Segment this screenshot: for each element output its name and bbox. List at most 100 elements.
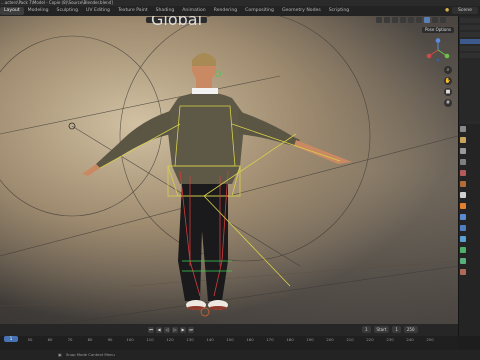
tab-scripting[interactable]: Scripting [325, 7, 353, 15]
ruler-tick-label: 160 [246, 337, 254, 342]
start-frame-field[interactable]: 1 [392, 326, 401, 333]
proportional-icon[interactable] [392, 17, 398, 23]
camera-icon[interactable]: ■ [444, 88, 452, 96]
ruler-tick-label: 130 [186, 337, 194, 342]
ruler-tick-label: 100 [126, 337, 134, 342]
constraints-icon[interactable] [460, 247, 466, 253]
pose-options-button[interactable]: Pose Options [422, 27, 454, 33]
outliner-row[interactable] [460, 46, 480, 51]
tab-shading[interactable]: Shading [152, 7, 179, 15]
scene-icon: ● [444, 8, 449, 13]
tab-compositing[interactable]: Compositing [241, 7, 278, 15]
rendered-shading-icon[interactable] [440, 17, 446, 23]
tab-uv-editing[interactable]: UV Editing [82, 7, 114, 15]
mouse-icon: ▣ [58, 352, 62, 357]
status-bar: ▣ Snap Mode Context Menu [0, 350, 480, 360]
snap-icon[interactable] [384, 17, 390, 23]
ruler-tick-label: 140 [206, 337, 214, 342]
navigation-gizmo[interactable] [426, 38, 450, 62]
view-layer-icon[interactable] [460, 159, 466, 165]
ruler-tick-label: 210 [346, 337, 354, 342]
ruler-tick-label: 240 [406, 337, 414, 342]
ruler-tick-label: 190 [306, 337, 314, 342]
ruler-tick-label: 200 [326, 337, 334, 342]
right-sidebar [458, 16, 480, 336]
viewport-shading-tools [376, 17, 446, 23]
outliner-row[interactable] [460, 53, 480, 58]
material-shading-icon[interactable] [432, 17, 438, 23]
physics-icon[interactable] [460, 236, 466, 242]
ruler-tick-label: 90 [107, 337, 113, 342]
tab-rendering[interactable]: Rendering [210, 7, 241, 15]
rotation-guide-circle [0, 35, 163, 217]
jump-end-icon[interactable]: ⏭ [188, 327, 194, 333]
collection-icon[interactable] [460, 192, 466, 198]
scene-selector-group: ● Scene [445, 7, 478, 14]
play-reverse-icon[interactable]: ◁ [164, 327, 170, 333]
world-icon[interactable] [460, 181, 466, 187]
character-model [82, 53, 352, 310]
outliner-row[interactable] [460, 18, 480, 23]
ruler-tick-label: 80 [87, 337, 93, 342]
tab-texture-paint[interactable]: Texture Paint [114, 7, 152, 15]
outliner[interactable] [459, 16, 480, 121]
particles-icon[interactable] [460, 225, 466, 231]
data-icon[interactable] [460, 258, 466, 264]
transform-orientation-dropdown[interactable]: Global [146, 16, 208, 28]
outliner-row-selected[interactable] [460, 39, 480, 44]
wireframe-shading-icon[interactable] [416, 17, 422, 23]
tab-geometry-nodes[interactable]: Geometry Nodes [278, 7, 325, 15]
ruler-tick-label: 250 [426, 337, 434, 342]
output-icon[interactable] [460, 148, 466, 154]
tab-sculpting[interactable]: Sculpting [53, 7, 82, 15]
ruler-tick-label: 60 [47, 337, 53, 342]
solid-shading-icon[interactable] [424, 17, 430, 23]
timeline-ruler[interactable]: 1 50 60 70 80 90 100 110 120 130 140 150 160 170 180 1… [0, 336, 458, 350]
zoom-icon[interactable]: ⌕ [444, 66, 452, 74]
next-keyframe-icon[interactable]: ▶ [180, 327, 186, 333]
properties-editor [459, 124, 480, 336]
tab-layout[interactable]: Layout [0, 7, 24, 15]
render-icon[interactable] [460, 137, 466, 143]
tab-animation[interactable]: Animation [178, 7, 209, 15]
ruler-tick-label: 110 [146, 337, 154, 342]
tab-modeling[interactable]: Modeling [24, 7, 53, 15]
ruler-tick-label: 170 [266, 337, 274, 342]
jump-start-icon[interactable]: ⏮ [148, 327, 154, 333]
end-frame-field[interactable]: 250 [403, 326, 418, 333]
playback-controls: ⏮ ◀ ◁ ▷ ▶ ⏭ [148, 327, 194, 333]
current-frame-marker[interactable]: 1 [4, 336, 18, 342]
start-label: Start [373, 326, 390, 333]
current-frame-field[interactable]: 1 [362, 326, 371, 333]
object-icon[interactable] [460, 203, 466, 209]
viewport-scene [0, 16, 458, 324]
3d-viewport[interactable]: Global Pose Options ⌕ ✋ ■ # [0, 16, 458, 324]
material-icon[interactable] [460, 269, 466, 275]
pivot-icon[interactable] [376, 17, 382, 23]
ruler-tick-label: 180 [286, 337, 294, 342]
xray-icon[interactable] [408, 17, 414, 23]
window-title: ...acters\Pack 7\Model - Copie (8)\Sourc… [1, 0, 113, 5]
modifier-icon[interactable] [460, 214, 466, 220]
scene-icon[interactable] [460, 170, 466, 176]
outliner-row[interactable] [460, 25, 480, 30]
viewport-nav-buttons: ⌕ ✋ ■ # [444, 66, 452, 107]
ruler-tick-label: 220 [366, 337, 374, 342]
frame-fields: 1 Start 1 250 [362, 326, 418, 333]
play-icon[interactable]: ▷ [172, 327, 178, 333]
prev-keyframe-icon[interactable]: ◀ [156, 327, 162, 333]
ruler-tick-label: 70 [67, 337, 73, 342]
timeline-header: ⏮ ◀ ◁ ▷ ▶ ⏭ 1 Start 1 250 [0, 324, 458, 336]
workspace-tabs: Layout Modeling Sculpting UV Editing Tex… [0, 6, 480, 16]
hand-icon[interactable]: ✋ [444, 77, 452, 85]
overlay-icon[interactable] [400, 17, 406, 23]
ruler-tick-label: 230 [386, 337, 394, 342]
outliner-row[interactable] [460, 32, 480, 37]
properties-tab-column [460, 126, 467, 280]
ruler-tick-label: 150 [226, 337, 234, 342]
ruler-tick-label: 120 [166, 337, 174, 342]
scene-selector[interactable]: Scene [451, 7, 478, 14]
grid-icon[interactable]: # [444, 99, 452, 107]
tool-icon[interactable] [460, 126, 466, 132]
ruler-tick-label: 50 [27, 337, 33, 342]
